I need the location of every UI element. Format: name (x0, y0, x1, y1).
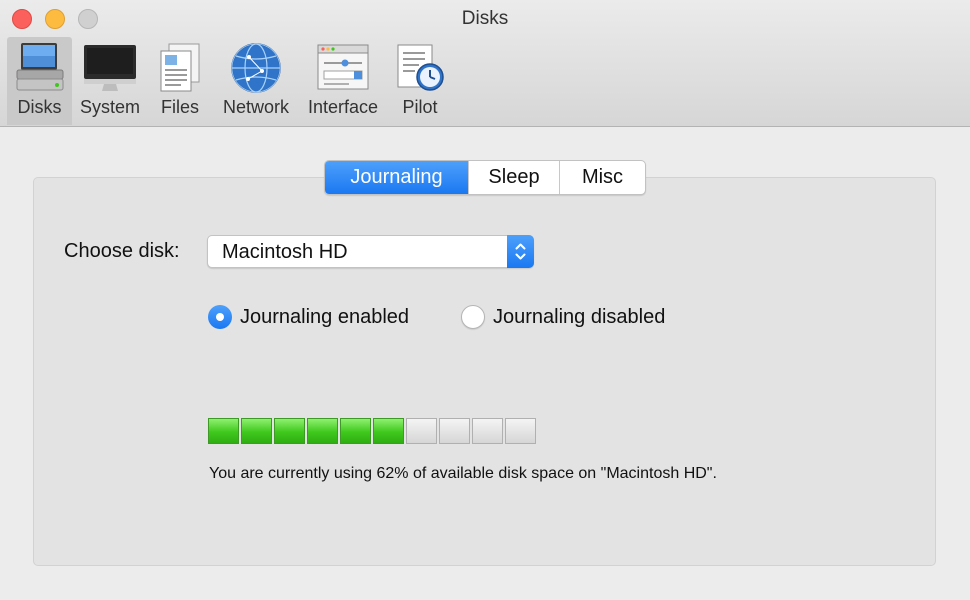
toolbar-item-label: Interface (307, 97, 379, 117)
journaling-disabled-radio[interactable] (461, 305, 485, 329)
meter-segment (373, 418, 404, 444)
window-title: Disks (461, 8, 509, 29)
toolbar-item-label: Disks (17, 97, 62, 117)
choose-disk-label: Choose disk: (64, 240, 180, 262)
meter-segment (406, 418, 437, 444)
meter-segment (241, 418, 272, 444)
tab-journaling[interactable]: Journaling (325, 161, 468, 194)
globe-icon (229, 41, 283, 100)
meter-segment (439, 418, 470, 444)
toolbar-item-label: Pilot (402, 97, 438, 117)
disk-select-value: Macintosh HD (222, 241, 348, 263)
meter-segment (274, 418, 305, 444)
interface-icon (315, 41, 371, 100)
clock-document-icon (393, 41, 447, 100)
disks-icon (13, 41, 67, 100)
toolbar-item-label: Network (222, 97, 289, 117)
journaling-enabled-label: Journaling enabled (240, 305, 410, 328)
disk-usage-meter (208, 418, 538, 444)
toolbar-item-label: Files (160, 97, 199, 117)
disk-select[interactable]: Macintosh HD (207, 235, 534, 268)
toolbar-item-interface[interactable]: Interface (303, 37, 383, 125)
toolbar-item-files[interactable]: Files (150, 37, 210, 125)
toolbar-item-disks[interactable]: Disks (7, 37, 72, 125)
monitor-icon (82, 41, 138, 100)
journaling-enabled-radio[interactable] (208, 305, 232, 329)
disk-usage-status: You are currently using 62% of available… (209, 465, 717, 482)
journaling-disabled-option[interactable]: Journaling disabled (461, 304, 665, 330)
files-icon (155, 41, 205, 100)
tab-misc[interactable]: Misc (559, 161, 645, 194)
toolbar-item-label: System (79, 97, 140, 117)
journaling-enabled-option[interactable]: Journaling enabled (208, 304, 409, 330)
meter-segment (307, 418, 338, 444)
toolbar-item-network[interactable]: Network (216, 37, 296, 125)
select-stepper-icon[interactable] (507, 235, 534, 268)
title-bar: Disks Disks System Files Network Interfa… (0, 0, 970, 127)
journaling-disabled-label: Journaling disabled (493, 305, 666, 328)
meter-segment (340, 418, 371, 444)
meter-segment (208, 418, 239, 444)
toolbar-item-system[interactable]: System (74, 37, 146, 125)
tab-sleep[interactable]: Sleep (468, 161, 559, 194)
meter-segment (505, 418, 536, 444)
preferences-window: Disks Disks System Files Network Interfa… (0, 0, 970, 600)
meter-segment (472, 418, 503, 444)
toolbar-item-pilot[interactable]: Pilot (390, 37, 450, 125)
tab-bar: Journaling Sleep Misc (324, 160, 646, 195)
